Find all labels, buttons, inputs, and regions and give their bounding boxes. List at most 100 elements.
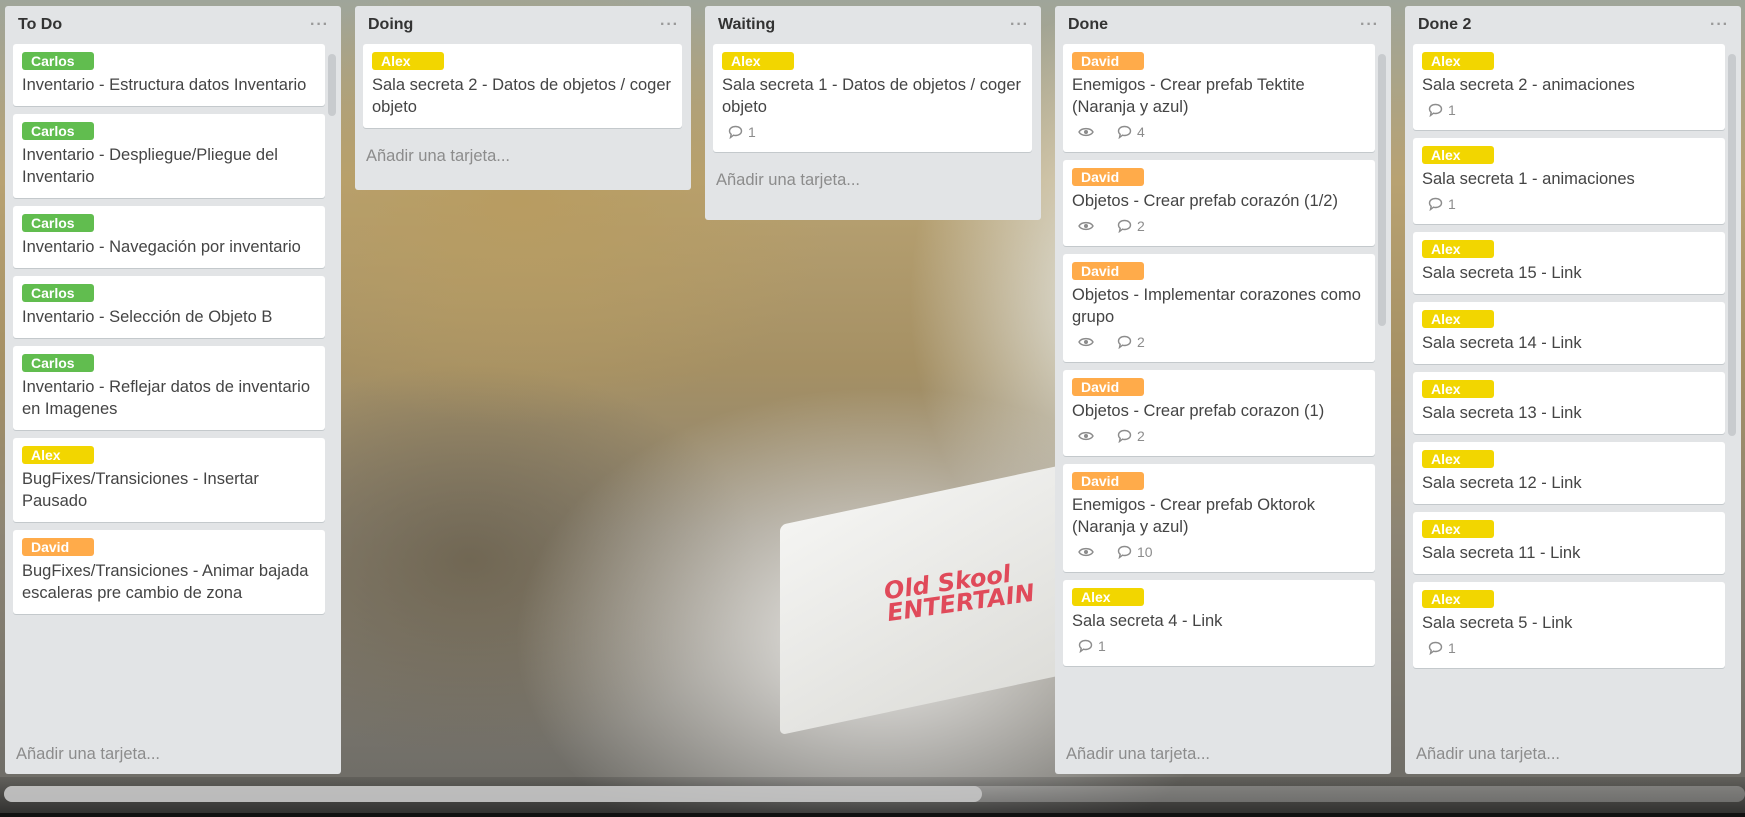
card[interactable]: Carlos Inventario - Despliegue/Pliegue de… [13, 114, 325, 198]
eye-icon [1078, 336, 1099, 348]
comment-icon [1117, 335, 1137, 349]
comment-badge: 10 [1117, 544, 1153, 560]
list-doing: Doing ··· Alex Sala secreta 2 - Datos de ob… [355, 6, 691, 190]
list-waiting: Waiting ··· Alex Sala secreta 1 - Datos de … [705, 6, 1041, 220]
card-title: Objetos - Crear prefab corazón (1/2) [1072, 192, 1338, 210]
card-title: BugFixes/Transiciones - Insertar Pausado [22, 470, 259, 510]
card[interactable]: Alex BugFixes/Transiciones - Insertar Pau… [13, 438, 325, 522]
card-label: Alex [1072, 588, 1144, 606]
card-title: Sala secreta 14 - Link [1422, 334, 1582, 352]
comment-badge: 2 [1117, 334, 1145, 350]
card-badges: 2 [1072, 332, 1367, 352]
card-title: Sala secreta 1 - animaciones [1422, 170, 1635, 188]
list-title[interactable]: Done 2 [1418, 16, 1471, 34]
card-label: David [1072, 168, 1144, 186]
comment-badge: 1 [1428, 102, 1456, 118]
comment-count: 4 [1137, 124, 1145, 140]
comment-count: 10 [1137, 544, 1153, 560]
card[interactable]: Alex Sala secreta 1 - animaciones 1 [1413, 138, 1725, 224]
card[interactable]: Carlos Inventario - Navegación por invent… [13, 206, 325, 268]
list-header[interactable]: Doing ··· [355, 6, 691, 44]
add-card-button[interactable]: Añadir una tarjeta... [705, 160, 1041, 200]
list-title[interactable]: Done [1068, 16, 1108, 34]
list-menu-icon[interactable]: ··· [1010, 16, 1029, 34]
comment-count: 1 [1098, 638, 1106, 654]
comment-count: 2 [1137, 334, 1145, 350]
card-list: Alex Sala secreta 1 - Datos de objetos / … [705, 44, 1041, 160]
vertical-scrollbar[interactable] [1378, 54, 1386, 326]
list-menu-icon[interactable]: ··· [310, 16, 329, 34]
card-label: David [1072, 52, 1144, 70]
card-badges: 10 [1072, 542, 1367, 562]
list-menu-icon[interactable]: ··· [1710, 16, 1729, 34]
add-card-button[interactable]: Añadir una tarjeta... [1405, 734, 1560, 774]
card-label: David [1072, 262, 1144, 280]
card[interactable]: Alex Sala secreta 11 - Link [1413, 512, 1725, 574]
card-label: David [1072, 378, 1144, 396]
list-to-do: To Do ··· Carlos Inventario - Estructura da… [5, 6, 341, 774]
add-card-button[interactable]: Añadir una tarjeta... [5, 734, 160, 774]
card[interactable]: Alex Sala secreta 12 - Link [1413, 442, 1725, 504]
card-title: Sala secreta 11 - Link [1422, 544, 1581, 562]
card-title: BugFixes/Transiciones - Animar bajada es… [22, 562, 309, 602]
card-label: Alex [1422, 240, 1494, 258]
card[interactable]: David Objetos - Implementar corazones com… [1063, 254, 1375, 362]
card-title: Sala secreta 15 - Link [1422, 264, 1582, 282]
card-title: Inventario - Despliegue/Pliegue del Inve… [22, 146, 278, 186]
card-badges: 1 [722, 122, 1024, 142]
list-header[interactable]: Done ··· [1055, 6, 1391, 44]
list-done: Done ··· David Enemigos - Crear prefab Tekt… [1055, 6, 1391, 774]
horizontal-scrollbar-thumb[interactable] [4, 786, 982, 802]
card-title: Sala secreta 5 - Link [1422, 614, 1573, 632]
card-label: Alex [1422, 450, 1494, 468]
list-header[interactable]: Done 2 ··· [1405, 6, 1741, 44]
card[interactable]: Alex Sala secreta 1 - Datos de objetos / … [713, 44, 1032, 152]
card-badges: 1 [1422, 100, 1717, 120]
card[interactable]: Alex Sala secreta 15 - Link [1413, 232, 1725, 294]
card-title: Inventario - Navegación por inventario [22, 238, 301, 256]
card-title: Sala secreta 1 - Datos de objetos / coge… [722, 76, 1021, 116]
vertical-scrollbar[interactable] [328, 54, 336, 116]
card[interactable]: David Objetos - Crear prefab corazón (1/2… [1063, 160, 1375, 246]
add-card-button[interactable]: Añadir una tarjeta... [355, 136, 691, 176]
card-label: David [1072, 472, 1144, 490]
card[interactable]: Carlos Inventario - Reflejar datos de inv… [13, 346, 325, 430]
card[interactable]: David Enemigos - Crear prefab Tektite (Na… [1063, 44, 1375, 152]
vertical-scrollbar[interactable] [1728, 54, 1736, 436]
add-card-button[interactable]: Añadir una tarjeta... [1055, 734, 1210, 774]
card[interactable]: Alex Sala secreta 13 - Link [1413, 372, 1725, 434]
comment-badge: 2 [1117, 428, 1145, 444]
comment-icon [1117, 125, 1137, 139]
comment-icon [1117, 545, 1137, 559]
list-title[interactable]: Waiting [718, 16, 775, 34]
card[interactable]: Alex Sala secreta 5 - Link 1 [1413, 582, 1725, 668]
card[interactable]: Alex Sala secreta 2 - Datos de objetos / … [363, 44, 682, 128]
list-title[interactable]: To Do [18, 16, 62, 34]
card-title: Enemigos - Crear prefab Oktorok (Naranja… [1072, 496, 1316, 536]
comment-icon [1078, 639, 1098, 653]
comment-count: 1 [1448, 640, 1456, 656]
card-title: Inventario - Reflejar datos de inventari… [22, 378, 310, 418]
card[interactable]: David BugFixes/Transiciones - Animar baja… [13, 530, 325, 614]
list-menu-icon[interactable]: ··· [660, 16, 679, 34]
card[interactable]: Alex Sala secreta 2 - animaciones 1 [1413, 44, 1725, 130]
list-header[interactable]: To Do ··· [5, 6, 341, 44]
eye-icon [1078, 546, 1099, 558]
card-label: Carlos [22, 214, 94, 232]
card-title: Sala secreta 12 - Link [1422, 474, 1582, 492]
card[interactable]: Alex Sala secreta 4 - Link 1 [1063, 580, 1375, 666]
card[interactable]: Alex Sala secreta 14 - Link [1413, 302, 1725, 364]
list-title[interactable]: Doing [368, 16, 413, 34]
list-header[interactable]: Waiting ··· [705, 6, 1041, 44]
card[interactable]: Carlos Inventario - Selección de Objeto B [13, 276, 325, 338]
card[interactable]: David Objetos - Crear prefab corazon (1) 2 [1063, 370, 1375, 456]
comment-icon [728, 125, 748, 139]
list-menu-icon[interactable]: ··· [1360, 16, 1379, 34]
card[interactable]: David Enemigos - Crear prefab Oktorok (Na… [1063, 464, 1375, 572]
card-label: Alex [1422, 52, 1494, 70]
card-title: Enemigos - Crear prefab Tektite (Naranja… [1072, 76, 1305, 116]
comment-count: 2 [1137, 218, 1145, 234]
card-label: Alex [1422, 520, 1494, 538]
card-list: Alex Sala secreta 2 - Datos de objetos / … [355, 44, 691, 136]
card[interactable]: Carlos Inventario - Estructura datos Inve… [13, 44, 325, 106]
